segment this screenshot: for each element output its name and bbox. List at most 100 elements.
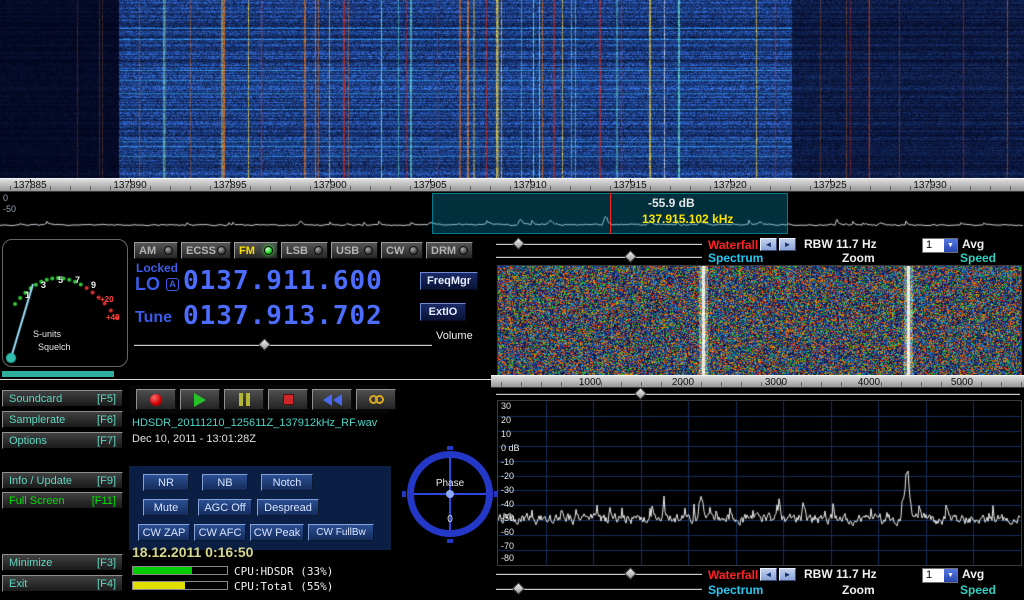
extio-button[interactable]: ExtIO <box>420 303 466 321</box>
smeter-tick-label-red: +40 <box>106 313 120 322</box>
options-button[interactable]: Options[F7] <box>2 432 123 449</box>
freq-tick-label: 137925 <box>813 180 846 191</box>
mode-ecss-label: ECSS <box>186 245 216 257</box>
zoom-label-top: Zoom <box>842 251 875 265</box>
waterfall-contrast-thumb[interactable] <box>512 237 525 250</box>
audio-frequency-scale[interactable]: 1000 2000 3000 4000 5000 <box>491 375 1024 388</box>
spectrum-gain-slider-bottom[interactable] <box>496 583 702 595</box>
mode-fm-label: FM <box>239 245 255 257</box>
db-scale-label: -40 <box>501 499 514 509</box>
avg-label-top: Avg <box>962 237 984 251</box>
smeter-title: S-units <box>33 329 61 339</box>
audio-freq-tick: 5000 <box>951 377 973 388</box>
cw-fullbw-button[interactable]: CW FullBw <box>308 524 374 541</box>
pause-button[interactable] <box>224 389 264 410</box>
mode-drm-label: DRM <box>431 245 456 257</box>
tune-frequency-digits[interactable]: 0137.913.702 <box>183 301 383 331</box>
mode-lsb-button[interactable]: LSB <box>281 242 328 259</box>
slider-track <box>496 588 702 590</box>
volume-slider-thumb[interactable] <box>258 338 271 351</box>
phase-value: 0 <box>414 514 486 525</box>
cw-peak-button[interactable]: CW Peak <box>250 524 304 541</box>
audio-spectrum-display[interactable] <box>497 400 1022 566</box>
main-waterfall-display[interactable] <box>0 0 1024 178</box>
tune-label: Tune <box>135 309 172 327</box>
cpu-total-fill <box>133 582 185 589</box>
dropdown-arrow-icon[interactable]: ▼ <box>944 239 957 252</box>
frequency-scale[interactable]: 137885 137890 137895 137900 137905 13791… <box>0 178 1024 192</box>
lo-lock-badge[interactable]: A <box>166 278 179 291</box>
agc-off-label: AGC Off <box>204 502 245 514</box>
info-update-label: Info / Update <box>9 475 72 487</box>
mode-usb-button[interactable]: USB <box>331 242 378 259</box>
spectrum-gain-thumb[interactable] <box>624 250 637 263</box>
freqmgr-button[interactable]: FreqMgr <box>420 272 478 290</box>
info-update-button[interactable]: Info / Update[F9] <box>2 472 123 489</box>
nb-button[interactable]: NB <box>202 474 248 491</box>
zoom-value: 1 <box>923 569 944 582</box>
full-screen-label: Full Screen <box>9 495 65 507</box>
rbw-decrease-button-bottom[interactable]: ◄ <box>760 568 777 581</box>
cpu-hdsdr-text: CPU:HDSDR (33%) <box>234 565 333 578</box>
phase-label: Phase <box>414 478 486 489</box>
volume-slider-track <box>134 344 432 346</box>
rbw-decrease-button[interactable]: ◄ <box>760 238 777 251</box>
rbw-increase-button-bottom[interactable]: ► <box>779 568 796 581</box>
despread-button[interactable]: Despread <box>257 499 319 516</box>
cpu-total-text: CPU:Total (55%) <box>234 580 333 593</box>
soundcard-button[interactable]: Soundcard[F5] <box>2 390 123 407</box>
cw-zap-button[interactable]: CW ZAP <box>138 524 190 541</box>
audio-waterfall-display[interactable] <box>497 265 1022 376</box>
mode-fm-led-icon <box>264 246 273 255</box>
zoom-dropdown-top[interactable]: 1▼ <box>922 238 958 253</box>
rewind-button[interactable] <box>312 389 352 410</box>
signal-level-bar <box>2 371 114 377</box>
notch-button[interactable]: Notch <box>261 474 313 491</box>
stop-button[interactable] <box>268 389 308 410</box>
play-button[interactable] <box>180 389 220 410</box>
spectrum-gain-slider[interactable] <box>496 251 702 263</box>
cpu-hdsdr-bar <box>132 566 228 575</box>
spectrum-gain-thumb-bottom[interactable] <box>512 582 525 595</box>
phase-dial[interactable]: Phase 0 <box>407 451 493 537</box>
rbw-increase-button[interactable]: ► <box>779 238 796 251</box>
mode-cw-button[interactable]: CW <box>381 242 423 259</box>
exit-button[interactable]: Exit[F4] <box>2 575 123 592</box>
mute-button[interactable]: Mute <box>143 499 189 516</box>
dropdown-arrow-icon[interactable]: ▼ <box>944 569 957 582</box>
zoom-dropdown-bottom[interactable]: 1▼ <box>922 568 958 583</box>
freq-tick-label: 137930 <box>913 180 946 191</box>
speed-label-top: Speed <box>960 251 996 265</box>
options-hotkey: [F7] <box>97 435 116 447</box>
mode-am-button[interactable]: AM <box>134 242 178 259</box>
freq-tick-label: 137920 <box>713 180 746 191</box>
loop-button[interactable] <box>356 389 396 410</box>
audio-tune-thumb[interactable] <box>634 387 647 400</box>
smeter-tick-label: 9 <box>91 280 96 290</box>
lo-label: LO <box>135 274 160 295</box>
cw-peak-label: CW Peak <box>254 527 300 539</box>
audio-tune-slider[interactable] <box>496 388 1020 400</box>
waterfall-contrast-slider[interactable] <box>496 238 702 250</box>
slider-track <box>496 573 702 575</box>
cursor-db-readout: -55.9 dB <box>648 196 695 210</box>
mode-ecss-button[interactable]: ECSS <box>181 242 231 259</box>
mode-fm-button[interactable]: FM <box>234 242 278 259</box>
waterfall-contrast-thumb-bottom[interactable] <box>624 567 637 580</box>
soundcard-hotkey: [F5] <box>97 393 116 405</box>
hdsdr-window: 137885 137890 137895 137900 137905 13791… <box>0 0 1024 600</box>
cw-afc-button[interactable]: CW AFC <box>194 524 246 541</box>
agc-off-button[interactable]: AGC Off <box>198 499 252 516</box>
record-icon <box>150 394 162 406</box>
record-button[interactable] <box>136 389 176 410</box>
slider-track <box>496 243 702 245</box>
mode-drm-button[interactable]: DRM <box>426 242 473 259</box>
nr-button[interactable]: NR <box>143 474 189 491</box>
lo-frequency-digits[interactable]: 0137.911.600 <box>183 266 383 296</box>
audio-freq-tick: 2000 <box>672 377 694 388</box>
full-screen-button[interactable]: Full Screen[F11] <box>2 492 123 509</box>
volume-slider[interactable] <box>134 339 432 351</box>
waterfall-contrast-slider-bottom[interactable] <box>496 568 702 580</box>
samplerate-button[interactable]: Samplerate[F6] <box>2 411 123 428</box>
minimize-button[interactable]: Minimize[F3] <box>2 554 123 571</box>
